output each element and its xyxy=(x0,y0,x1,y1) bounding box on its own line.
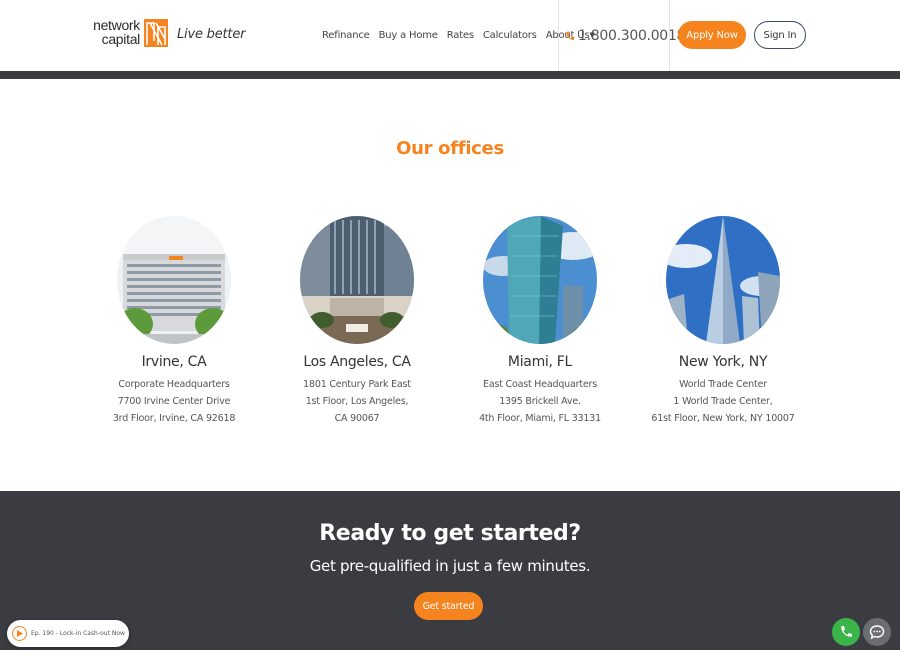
header-bar xyxy=(0,71,900,79)
office-address-line: Corporate Headquarters xyxy=(118,379,230,390)
office-card-new-york: New York, NY World Trade Center 1 World … xyxy=(633,216,813,427)
sign-in-button[interactable]: Sign In xyxy=(754,21,806,49)
office-city: Los Angeles, CA xyxy=(303,354,411,370)
phone-link[interactable]: 1.800.300.0018 xyxy=(566,28,685,44)
phone-icon xyxy=(841,626,852,637)
office-city: Irvine, CA xyxy=(141,354,207,370)
play-icon[interactable] xyxy=(12,626,27,641)
header-divider xyxy=(669,0,670,71)
office-address-line: 4th Floor, Miami, FL 33131 xyxy=(479,413,601,424)
network-capital-logo-icon xyxy=(144,19,168,47)
main-nav: Refinance Buy a Home Rates Calculators A… xyxy=(322,30,604,41)
chat-button[interactable] xyxy=(863,618,891,646)
logo[interactable]: network capital xyxy=(92,18,172,50)
office-address-line: 1395 Brickell Ave. xyxy=(499,396,581,407)
nav-buy-a-home[interactable]: Buy a Home xyxy=(379,30,438,41)
office-card-miami: Miami, FL East Coast Headquarters 1395 B… xyxy=(450,216,630,427)
office-address-line: East Coast Headquarters xyxy=(483,379,597,390)
office-address-line: World Trade Center xyxy=(679,379,767,390)
office-address-line: CA 90067 xyxy=(334,413,380,424)
office-city: New York, NY xyxy=(678,354,768,370)
office-image-new-york xyxy=(666,216,780,344)
logo-text-line2: capital xyxy=(101,31,141,47)
cta-subtitle: Get pre-qualified in just a few minutes. xyxy=(309,557,591,575)
office-card-irvine: Irvine, CA Corporate Headquarters 7700 I… xyxy=(84,216,264,427)
tagline: Live better xyxy=(177,27,246,42)
podcast-player-widget[interactable]: Ep. 190 - Lock-in Cash-out Now xyxy=(7,620,129,647)
phone-icon xyxy=(566,31,574,41)
nav-rates[interactable]: Rates xyxy=(447,30,474,41)
cta-title: Ready to get started? xyxy=(319,521,581,546)
logo-text-line1: network xyxy=(93,17,140,33)
header-divider xyxy=(558,0,559,71)
office-address-line: 1801 Century Park East xyxy=(303,379,411,390)
office-address-line: 7700 Irvine Center Drive xyxy=(117,396,231,407)
office-image-miami xyxy=(483,216,597,344)
section-title-offices: Our offices xyxy=(396,138,504,159)
cta-section: Ready to get started? Get pre-qualified … xyxy=(0,491,900,650)
nav-refinance[interactable]: Refinance xyxy=(322,30,370,41)
office-card-los-angeles: Los Angeles, CA 1801 Century Park East 1… xyxy=(267,216,447,427)
call-button[interactable] xyxy=(832,618,860,646)
office-address-line: 61st Floor, New York, NY 10007 xyxy=(651,413,795,424)
podcast-episode-label: Ep. 190 - Lock-in Cash-out Now xyxy=(31,630,125,637)
office-address-line: 1 World Trade Center, xyxy=(673,396,773,407)
get-started-button[interactable]: Get started xyxy=(414,592,483,620)
office-address-line: 1st Floor, Los Angeles, xyxy=(305,396,409,407)
office-image-irvine xyxy=(117,216,231,344)
nav-calculators[interactable]: Calculators xyxy=(483,30,537,41)
office-image-los-angeles xyxy=(300,216,414,344)
chat-icon xyxy=(869,625,885,640)
apply-now-button[interactable]: Apply Now xyxy=(678,21,746,49)
site-header: network capital Live better Refinance Bu… xyxy=(0,0,900,71)
office-address-line: 3rd Floor, Irvine, CA 92618 xyxy=(112,413,236,424)
office-city: Miami, FL xyxy=(507,354,573,370)
